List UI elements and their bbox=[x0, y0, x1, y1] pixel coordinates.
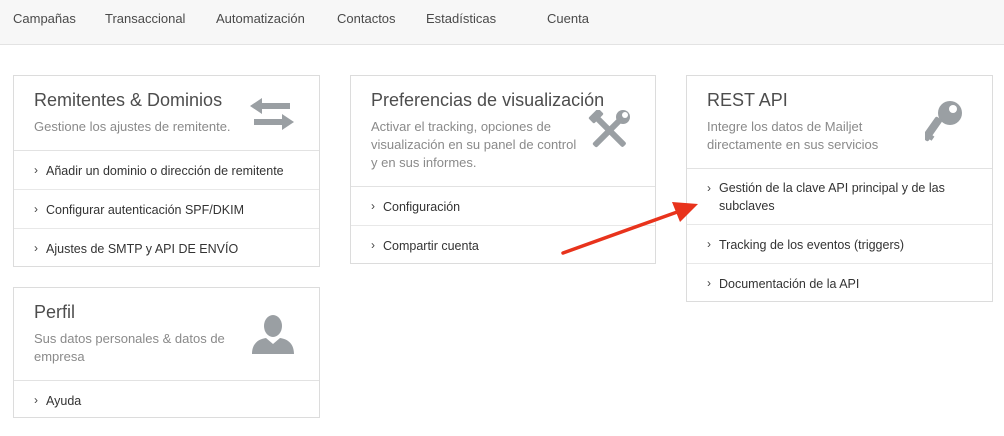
link-smtp-api-label: Ajustes de SMTP y API DE ENVÍO bbox=[46, 242, 239, 256]
nav-item-automatizacion[interactable]: Automatización bbox=[216, 11, 305, 26]
top-navigation: Campañas Transaccional Automatización Co… bbox=[0, 0, 1004, 45]
link-spf-dkim[interactable]: › Configurar autenticación SPF/DKIM bbox=[14, 190, 319, 229]
tools-icon bbox=[588, 110, 630, 148]
chevron-right-icon: › bbox=[371, 238, 375, 252]
link-configuration[interactable]: › Configuración bbox=[351, 187, 655, 226]
link-event-tracking-label: Tracking de los eventos (triggers) bbox=[719, 238, 905, 252]
link-smtp-api[interactable]: › Ajustes de SMTP y API DE ENVÍO bbox=[14, 229, 319, 266]
restapi-card-subtitle: Integre los datos de Mailjet directament… bbox=[707, 119, 879, 152]
chevron-right-icon: › bbox=[34, 202, 38, 216]
nav-item-transaccional[interactable]: Transaccional bbox=[105, 11, 185, 26]
restapi-card-title: REST API bbox=[707, 90, 788, 110]
nav-item-campanas[interactable]: Campañas bbox=[13, 11, 76, 26]
chevron-right-icon: › bbox=[707, 276, 711, 290]
link-add-domain-label: Añadir un dominio o dirección de remiten… bbox=[46, 164, 284, 178]
link-help-label: Ayuda bbox=[46, 394, 82, 408]
nav-item-estadisticas[interactable]: Estadísticas bbox=[426, 11, 496, 26]
link-share-account[interactable]: › Compartir cuenta bbox=[351, 226, 655, 263]
link-api-key-management[interactable]: › Gestión de la clave API principal y de… bbox=[687, 169, 992, 225]
rest-api-card: REST API Integre los datos de Mailjet di… bbox=[686, 75, 993, 302]
profile-card-header: Perfil Sus datos personales & datos de e… bbox=[14, 288, 319, 381]
senders-card-title: Remitentes & Dominios bbox=[34, 90, 223, 110]
link-configuration-label: Configuración bbox=[383, 200, 461, 214]
nav-item-cuenta[interactable]: Cuenta bbox=[547, 11, 589, 26]
link-help[interactable]: › Ayuda bbox=[14, 381, 319, 418]
link-event-tracking[interactable]: › Tracking de los eventos (triggers) bbox=[687, 225, 992, 264]
link-api-documentation[interactable]: › Documentación de la API bbox=[687, 264, 992, 301]
display-preferences-card: Preferencias de visualización Activar el… bbox=[350, 75, 656, 264]
preferences-card-subtitle: Activar el tracking, opciones de visuali… bbox=[371, 119, 577, 170]
restapi-card-header: REST API Integre los datos de Mailjet di… bbox=[687, 76, 992, 169]
chevron-right-icon: › bbox=[707, 237, 711, 251]
link-add-domain[interactable]: › Añadir un dominio o dirección de remit… bbox=[14, 151, 319, 190]
chevron-right-icon: › bbox=[34, 393, 38, 407]
chevron-right-icon: › bbox=[34, 241, 38, 255]
profile-card-subtitle: Sus datos personales & datos de empresa bbox=[34, 331, 225, 364]
senders-domains-card: Remitentes & Dominios Gestione los ajust… bbox=[13, 75, 320, 267]
key-icon bbox=[925, 101, 962, 142]
user-icon bbox=[252, 315, 294, 354]
preferences-card-header: Preferencias de visualización Activar el… bbox=[351, 76, 655, 187]
link-api-documentation-label: Documentación de la API bbox=[719, 277, 860, 291]
link-spf-dkim-label: Configurar autenticación SPF/DKIM bbox=[46, 203, 245, 217]
nav-item-contactos[interactable]: Contactos bbox=[337, 11, 396, 26]
link-api-key-management-label: Gestión de la clave API principal y de l… bbox=[719, 181, 945, 213]
preferences-card-title: Preferencias de visualización bbox=[371, 90, 605, 110]
chevron-right-icon: › bbox=[34, 163, 38, 177]
link-share-account-label: Compartir cuenta bbox=[383, 239, 479, 253]
profile-card: Perfil Sus datos personales & datos de e… bbox=[13, 287, 320, 418]
profile-card-title: Perfil bbox=[34, 302, 76, 322]
chevron-right-icon: › bbox=[371, 199, 375, 213]
senders-card-subtitle: Gestione los ajustes de remitente. bbox=[34, 119, 231, 134]
swap-arrows-icon bbox=[250, 98, 294, 130]
senders-card-header: Remitentes & Dominios Gestione los ajust… bbox=[14, 76, 319, 151]
chevron-right-icon: › bbox=[707, 181, 711, 195]
